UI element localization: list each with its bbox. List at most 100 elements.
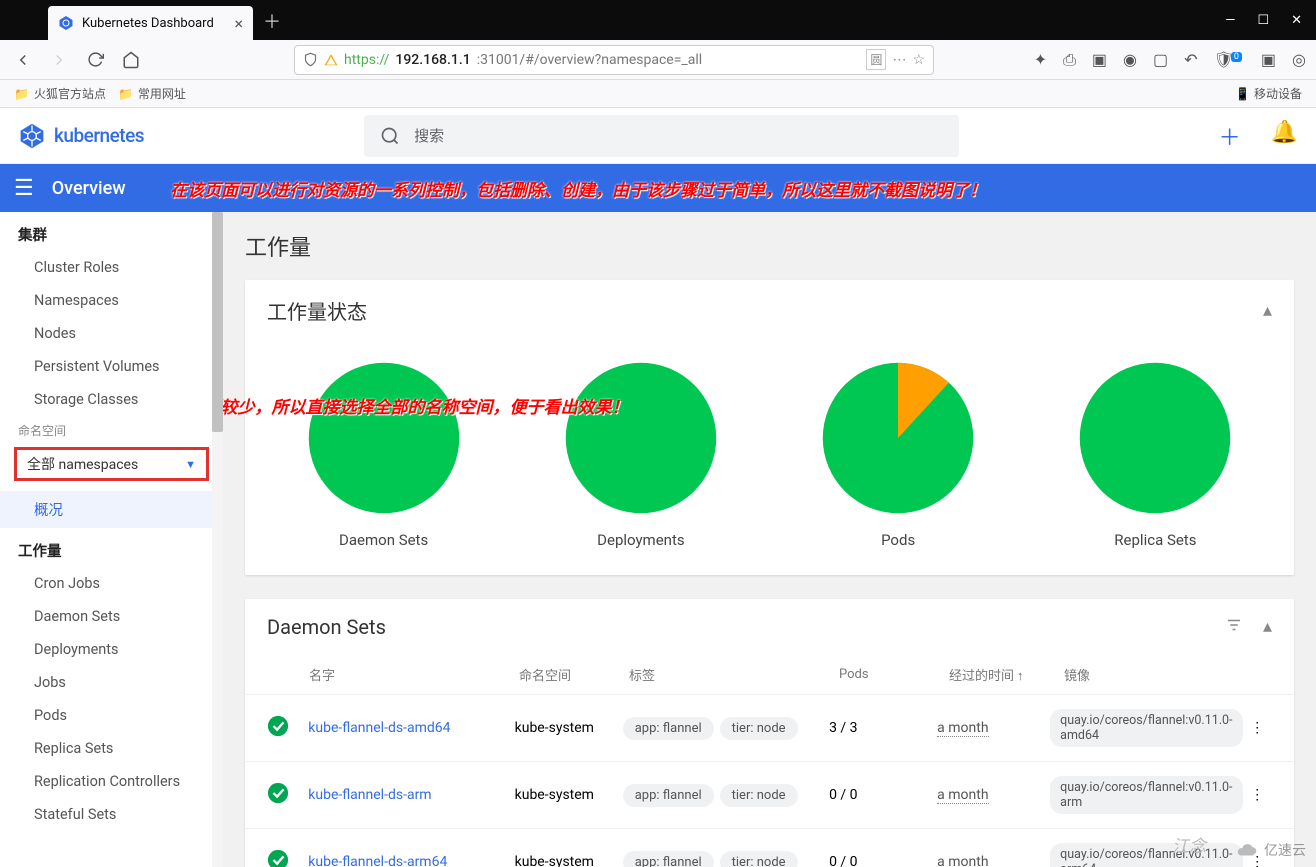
bookmark-star-icon[interactable]: ☆ [912,52,925,68]
sidebar-item-cluster-roles[interactable]: Cluster Roles [0,251,223,284]
hamburger-icon[interactable]: ☰ [14,176,34,201]
resource-link[interactable]: kube-flannel-ds-arm [308,787,514,803]
label-chip: tier: node [720,851,798,867]
reader-icon[interactable]: 圆 [866,49,886,70]
account-icon[interactable]: ◉ [1123,50,1137,69]
page-action-icon[interactable]: ⋯ [892,52,906,68]
mobile-bookmarks[interactable]: 📱 移动设备 [1235,85,1302,102]
col-pods[interactable]: Pods [839,667,949,682]
bookmarks-bar: 📁 火狐官方站点 📁 常用网址 📱 移动设备 [0,80,1316,108]
sidebar-item-deployments[interactable]: Deployments [0,633,223,666]
notifications-button[interactable]: 🔔 [1271,120,1298,152]
sidebar-item-pods[interactable]: Pods [0,699,223,732]
url-protocol: https:// [344,52,389,68]
sidebar-item-sc[interactable]: Storage Classes [0,383,223,416]
daemonsets-title: Daemon Sets [267,615,386,639]
logo[interactable]: kubernetes [18,122,144,150]
sidebar-group-workloads: 工作量 [0,528,223,567]
sidebar-item-nodes[interactable]: Nodes [0,317,223,350]
sidebar-item-jobs[interactable]: Jobs [0,666,223,699]
watermark: 亿速云 [1236,839,1306,861]
shield-icon [303,52,318,67]
sidebar-item-namespaces[interactable]: Namespaces [0,284,223,317]
collapse-icon[interactable]: ▴ [1263,300,1272,321]
extension-icon[interactable]: ✦ [1034,50,1047,69]
search-input[interactable]: 搜索 [364,115,959,157]
app-header: kubernetes 搜索 ＋ 🔔 [0,108,1316,164]
success-icon [267,782,289,804]
row-menu-icon[interactable]: ⋮ [1243,787,1272,803]
watermark-author: 江念 [1172,832,1206,857]
table-row: kube-flannel-ds-amd64 kube-system app: f… [245,694,1294,761]
home-button[interactable] [118,47,144,73]
namespace-selected: 全部 namespaces [27,454,138,474]
main-heading: 工作量 [245,230,1294,262]
sidebar-item-statefulsets[interactable]: Stateful Sets [0,798,223,831]
sidebar-item-cronjobs[interactable]: Cron Jobs [0,567,223,600]
customize-icon[interactable]: ▢ [1153,50,1168,69]
cell-pods: 0 / 0 [829,787,937,803]
chart-pods: Pods [819,359,977,549]
url-input[interactable]: https:// 192.168.1.1 :31001/#/overview?nam… [294,45,934,75]
maximize-icon[interactable]: ☐ [1257,13,1269,28]
namespace-select[interactable]: 全部 namespaces ▼ [14,447,209,481]
table-header: 名字 命名空间 标签 Pods 经过的时间↑ 镜像 [245,655,1294,694]
label-chip: tier: node [720,784,798,807]
collapse-icon[interactable]: ▴ [1263,616,1272,639]
bookmark-folder[interactable]: 📁 火狐官方站点 [14,85,106,102]
label-chip: app: flannel [623,851,714,867]
col-namespace[interactable]: 命名空间 [519,665,629,684]
cell-namespace: kube-system [515,854,623,867]
chevron-down-icon: ▼ [185,458,196,471]
sidebar-item-rc[interactable]: Replication Controllers [0,765,223,798]
kubernetes-logo-icon [18,122,46,150]
resource-link[interactable]: kube-flannel-ds-amd64 [308,720,514,736]
close-tab-icon[interactable]: × [234,14,243,33]
table-row: kube-flannel-ds-arm kube-system app: fla… [245,761,1294,828]
workload-status-card: 工作量状态 ▴ 实验环境，K8s集群中的资源较少，所以直接选择全部的名称空间，便… [245,280,1294,575]
close-window-icon[interactable]: ✕ [1291,13,1302,28]
label-chip: app: flannel [623,784,714,807]
col-age[interactable]: 经过的时间↑ [949,665,1064,684]
cell-age: a month [937,854,988,867]
col-labels[interactable]: 标签 [629,665,839,684]
notification-icon[interactable]: 🛡0 [1214,50,1245,69]
chart-label: Daemon Sets [339,531,428,549]
main-content: 工作量 工作量状态 ▴ 实验环境，K8s集群中的资源较少，所以直接选择全部的名称… [223,212,1316,867]
sidebar-toggle-icon[interactable]: ▣ [1092,50,1107,69]
label-chip: tier: node [720,717,798,740]
sidebar-group-cluster: 集群 [0,212,223,251]
minimize-icon[interactable]: — [1225,13,1235,28]
filter-icon[interactable] [1225,616,1243,639]
annotation-text: 在该页面可以进行对资源的一系列控制，包括删除、创建，由于该步骤过于简单，所以这里… [170,176,986,201]
cell-namespace: kube-system [515,787,623,803]
back-button[interactable] [10,47,36,73]
cell-namespace: kube-system [515,720,623,736]
sidebar-item-overview[interactable]: 概况 [0,491,223,528]
new-tab-button[interactable]: ＋ [263,8,281,34]
col-images[interactable]: 镜像 [1064,665,1242,684]
library-icon[interactable]: ⎙ [1063,50,1076,70]
scrollbar-thumb[interactable] [212,212,223,432]
kubernetes-icon [58,15,74,31]
col-name[interactable]: 名字 [309,665,519,684]
undo-icon[interactable]: ↶ [1184,50,1197,69]
forward-button[interactable] [46,47,72,73]
bookmark-folder[interactable]: 📁 常用网址 [118,85,186,102]
search-placeholder: 搜索 [414,125,444,146]
sidebar-item-pv[interactable]: Persistent Volumes [0,350,223,383]
screenshot-icon[interactable]: ▣ [1261,50,1276,69]
sidebar-item-replicasets[interactable]: Replica Sets [0,732,223,765]
reload-button[interactable] [82,47,108,73]
sort-arrow-icon: ↑ [1017,669,1024,684]
url-path: :31001/#/overview?namespace=_all [477,52,702,68]
cell-pods: 3 / 3 [829,720,937,736]
workload-status-title: 工作量状态 [267,296,367,325]
sidebar-item-daemonsets[interactable]: Daemon Sets [0,600,223,633]
menu-icon[interactable]: ◎ [1292,50,1306,69]
row-menu-icon[interactable]: ⋮ [1243,720,1272,736]
create-button[interactable]: ＋ [1219,120,1241,152]
resource-link[interactable]: kube-flannel-ds-arm64 [308,854,514,867]
browser-tab[interactable]: Kubernetes Dashboard × [48,6,253,40]
url-host: 192.168.1.1 [395,52,470,68]
